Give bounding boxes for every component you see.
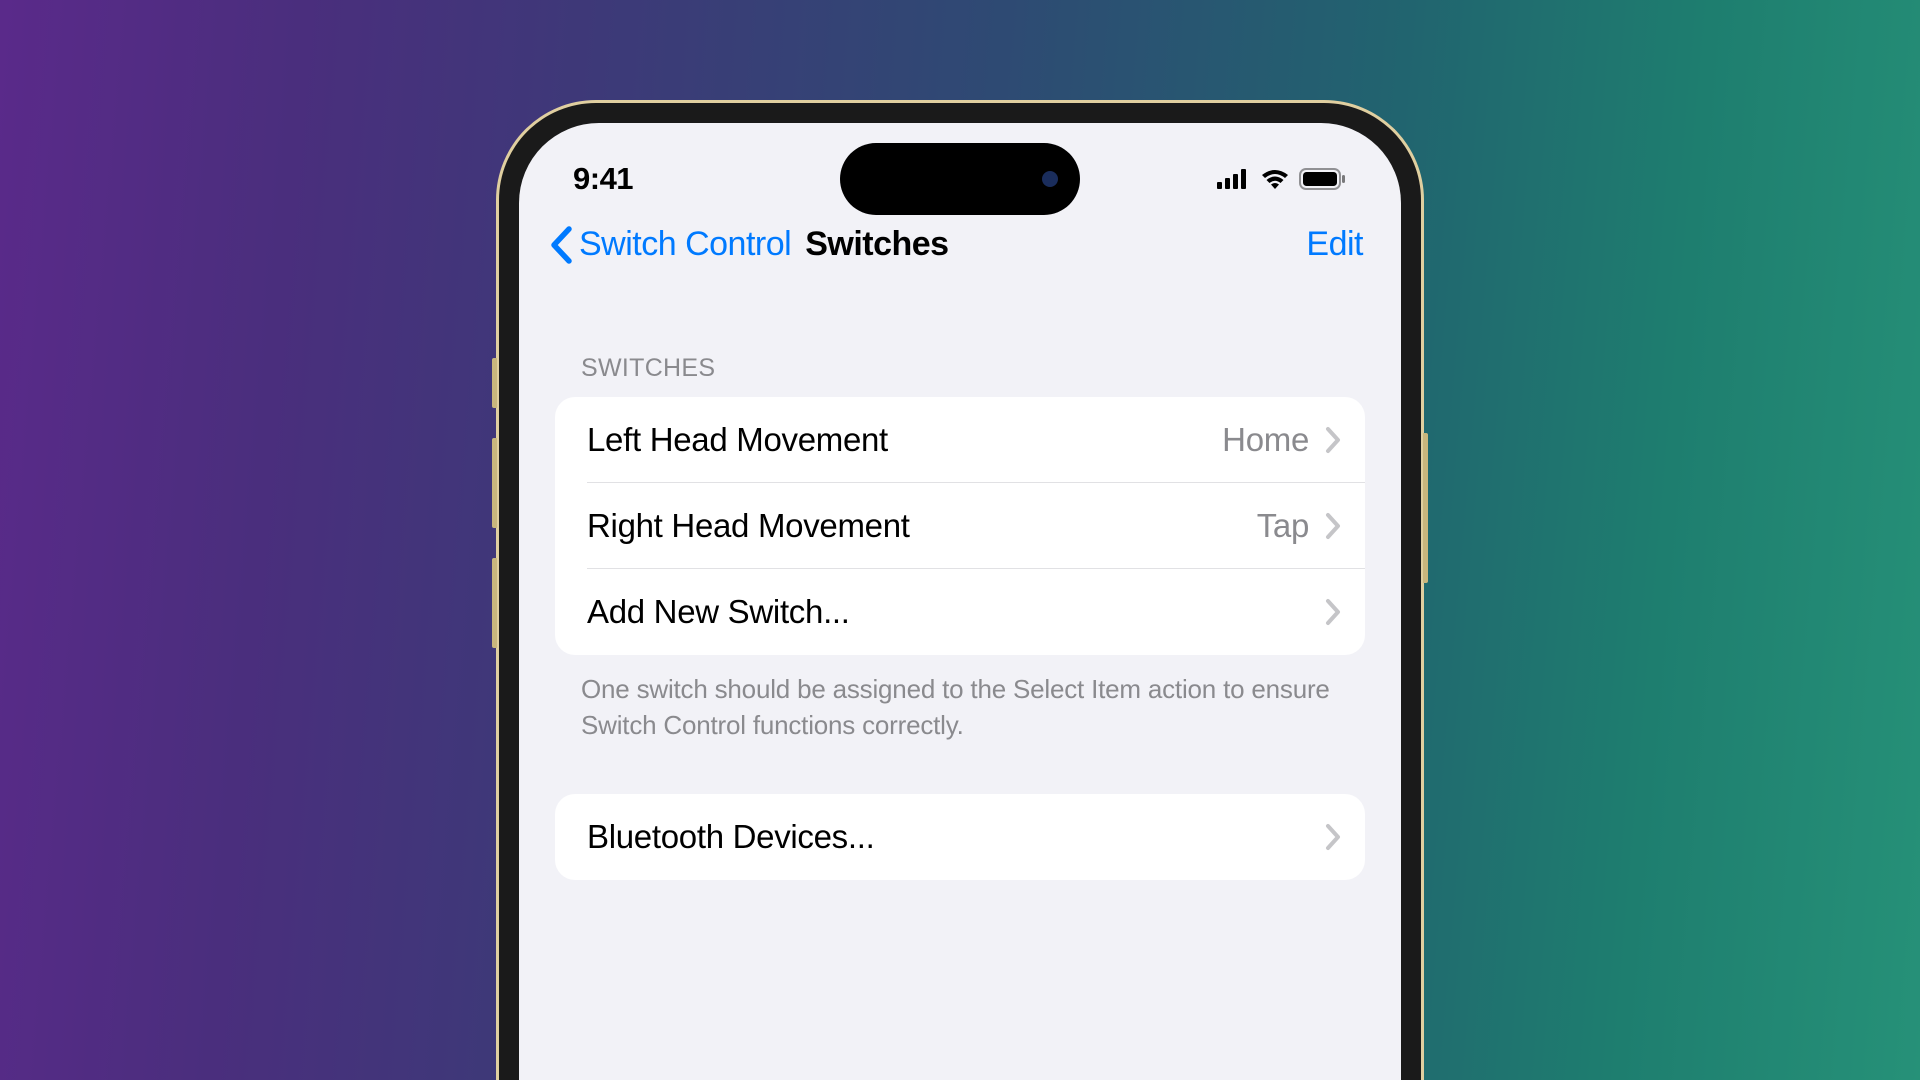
page-title: Switches [805, 225, 948, 264]
chevron-right-icon [1325, 598, 1341, 626]
chevron-right-icon [1325, 512, 1341, 540]
chevron-right-icon [1325, 823, 1341, 851]
section-header: SWITCHES [555, 294, 1365, 397]
list-item-label: Right Head Movement [587, 507, 1257, 545]
back-label: Switch Control [579, 225, 791, 264]
phone-side-buttons-right [1423, 433, 1428, 583]
list-item-label: Left Head Movement [587, 421, 1222, 459]
camera-icon [1042, 171, 1058, 187]
chevron-left-icon [549, 226, 573, 264]
list-item-bluetooth-devices[interactable]: Bluetooth Devices... [555, 794, 1365, 880]
phone-side-buttons-left [492, 358, 497, 678]
battery-icon [1299, 168, 1347, 190]
switches-list: Left Head Movement Home Right Head Movem… [555, 397, 1365, 655]
phone-screen: 9:41 [519, 123, 1401, 1080]
status-time: 9:41 [573, 161, 633, 197]
bluetooth-list: Bluetooth Devices... [555, 794, 1365, 880]
list-item-value: Home [1222, 421, 1309, 459]
content-area: SWITCHES Left Head Movement Home Right H… [519, 294, 1401, 880]
navigation-bar: Switch Control Switches Edit [519, 207, 1401, 294]
status-icons [1217, 168, 1347, 190]
back-button[interactable]: Switch Control [549, 225, 791, 264]
edit-button[interactable]: Edit [1306, 225, 1363, 264]
wifi-icon [1260, 168, 1290, 190]
section-footer: One switch should be assigned to the Sel… [555, 655, 1365, 744]
list-item-add-new-switch[interactable]: Add New Switch... [555, 569, 1365, 655]
list-item-label: Add New Switch... [587, 593, 1325, 631]
phone-frame: 9:41 [496, 100, 1424, 1080]
list-item-right-head-movement[interactable]: Right Head Movement Tap [555, 483, 1365, 569]
cellular-icon [1217, 169, 1251, 189]
dynamic-island [840, 143, 1080, 215]
list-item-value: Tap [1257, 507, 1309, 545]
chevron-right-icon [1325, 426, 1341, 454]
list-item-label: Bluetooth Devices... [587, 818, 1325, 856]
list-item-left-head-movement[interactable]: Left Head Movement Home [555, 397, 1365, 483]
